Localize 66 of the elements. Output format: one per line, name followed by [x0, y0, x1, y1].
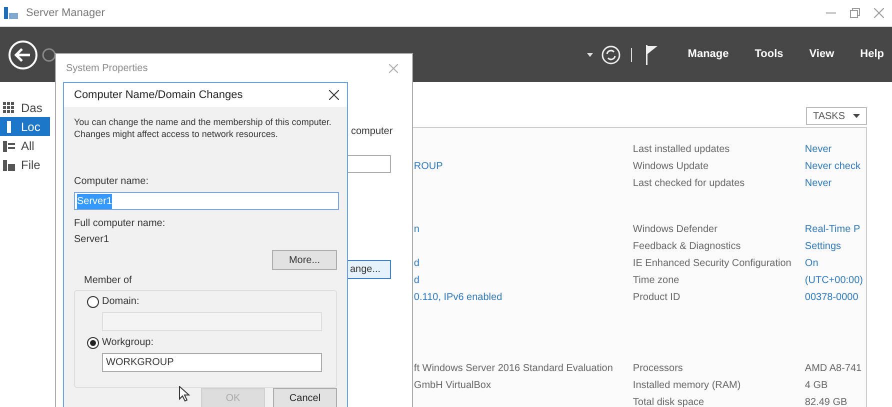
field-label: Full computer name: — [74, 217, 166, 231]
more-button[interactable]: More... — [272, 250, 337, 270]
servers-icon — [3, 140, 15, 152]
property-value[interactable]: 82.49 GB — [804, 395, 848, 407]
property-value[interactable]: d — [414, 258, 420, 269]
dialog-title: Computer Name/Domain Changes — [74, 88, 243, 103]
property-value[interactable]: (UTC+00:00) — [804, 273, 863, 288]
property-value[interactable]: 00378-0000 — [804, 290, 858, 305]
sidebar-item[interactable]: All — [0, 136, 50, 155]
computer-name-field[interactable]: Server1 — [74, 192, 339, 210]
app-icon — [4, 7, 18, 19]
cursor-icon — [179, 386, 190, 402]
property-label: Last checked for updates — [632, 178, 745, 189]
property-value[interactable]: AMD A8-741 — [804, 361, 862, 376]
menu-item[interactable]: View — [809, 46, 834, 63]
property-value[interactable]: 4 GB — [804, 378, 828, 393]
property-label: Installed memory (RAM) — [632, 380, 741, 391]
property-value[interactable]: On — [804, 256, 818, 271]
property-label: Total disk space — [632, 397, 704, 407]
property-value[interactable]: Real-Time P — [804, 222, 860, 237]
property-value[interactable]: ROUP — [414, 161, 443, 172]
property-label: Last installed updates — [632, 144, 730, 155]
menu-item[interactable]: Tools — [754, 46, 784, 63]
refresh-icon[interactable] — [600, 44, 621, 64]
tasks-button[interactable]: TASKS — [806, 107, 867, 125]
property-value[interactable]: 0.110, IPv6 enabled — [414, 292, 502, 303]
field-label: Computer name: — [74, 175, 148, 189]
property-label: Time zone — [632, 275, 680, 286]
property-value[interactable]: n — [414, 224, 420, 235]
property-value[interactable]: Never check — [804, 159, 860, 174]
menu-item[interactable]: Manage — [688, 46, 729, 63]
dialog-title: System Properties — [66, 62, 148, 76]
sidebar-item[interactable]: Das — [0, 98, 50, 117]
property-value[interactable]: Settings — [804, 239, 842, 254]
property-label: Product ID — [632, 292, 680, 303]
property-label: Windows Defender — [632, 224, 718, 235]
caret-icon — [853, 114, 860, 118]
group-label: Member of — [84, 274, 132, 288]
sidebar-item[interactable]: Loc — [0, 117, 50, 136]
back-icon[interactable] — [8, 40, 38, 70]
full-name-text: Server1 — [74, 233, 110, 247]
property-value[interactable]: Never — [804, 176, 832, 191]
window-title: Server Manager — [26, 6, 105, 21]
dialog-button[interactable]: Cancel — [273, 388, 337, 407]
storage-icon — [3, 158, 15, 170]
sidebar-item[interactable]: File — [0, 155, 50, 174]
caret-icon[interactable] — [586, 52, 593, 56]
radio-button[interactable]: Workgroup: — [87, 335, 154, 350]
property-label: Windows Update — [632, 161, 709, 172]
property-label: Feedback & Diagnostics — [632, 241, 741, 252]
close-icon[interactable] — [329, 90, 339, 100]
property-value[interactable]: Never — [804, 142, 832, 157]
property-value[interactable]: d — [414, 275, 420, 286]
input-field[interactable]: WORKGROUP — [102, 353, 322, 372]
menu-item[interactable]: Help — [860, 46, 884, 63]
property-label: Processors — [632, 363, 683, 374]
property-label: IE Enhanced Security Configuration — [632, 258, 792, 269]
dialog-description: You can change the name and the membership of this computer. Changes might affect access to network resources. — [74, 116, 332, 140]
dialog-text: computer — [351, 125, 393, 139]
grid-icon — [3, 102, 15, 114]
flag-icon[interactable] — [646, 44, 658, 64]
property-value: ft Windows Server 2016 Standard Evaluation — [414, 363, 613, 374]
restore-icon[interactable] — [850, 8, 860, 18]
radio-button[interactable]: Domain: — [87, 294, 140, 309]
forward-icon[interactable] — [42, 48, 56, 62]
property-value: GmbH VirtualBox — [414, 380, 491, 391]
